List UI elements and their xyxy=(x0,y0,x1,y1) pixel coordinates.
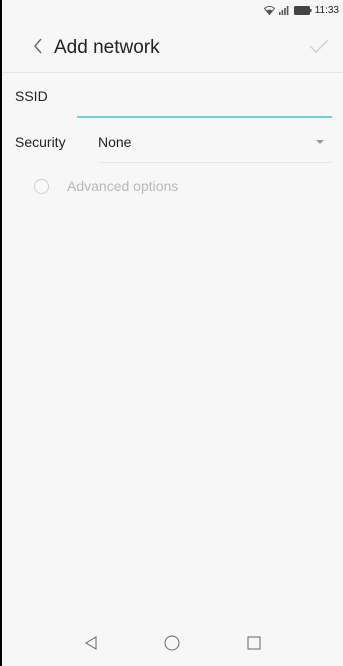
battery-icon xyxy=(293,5,312,15)
nav-back-button[interactable] xyxy=(76,630,106,660)
add-network-screen: 11:33 Add network SSID Security None Adv… xyxy=(2,0,343,666)
nav-recents-button[interactable] xyxy=(239,630,269,660)
security-label: Security xyxy=(15,134,66,150)
status-time: 11:33 xyxy=(314,4,339,16)
nav-back-icon xyxy=(84,635,98,655)
ssid-row: SSID xyxy=(2,80,343,120)
advanced-options-radio[interactable] xyxy=(34,179,49,194)
status-bar: 11:33 xyxy=(2,0,343,20)
signal-icon xyxy=(278,5,290,15)
nav-recents-icon xyxy=(247,636,261,655)
nav-home-icon xyxy=(164,635,180,656)
security-dropdown[interactable]: None xyxy=(98,128,332,163)
navigation-bar xyxy=(2,624,343,666)
title-bar: Add network xyxy=(2,24,343,73)
confirm-button[interactable] xyxy=(305,34,333,62)
ssid-input[interactable] xyxy=(77,88,332,118)
dropdown-arrow-icon xyxy=(316,140,324,144)
back-button[interactable] xyxy=(18,24,58,72)
security-row: Security None xyxy=(2,128,343,164)
wifi-icon xyxy=(263,5,275,15)
page-title: Add network xyxy=(54,37,160,58)
ssid-label: SSID xyxy=(15,88,48,104)
checkmark-icon xyxy=(309,38,329,59)
back-chevron-icon xyxy=(33,38,43,59)
advanced-options-label: Advanced options xyxy=(67,178,179,194)
nav-home-button[interactable] xyxy=(157,630,187,660)
security-value: None xyxy=(98,134,132,150)
advanced-options-row[interactable]: Advanced options xyxy=(2,174,343,198)
